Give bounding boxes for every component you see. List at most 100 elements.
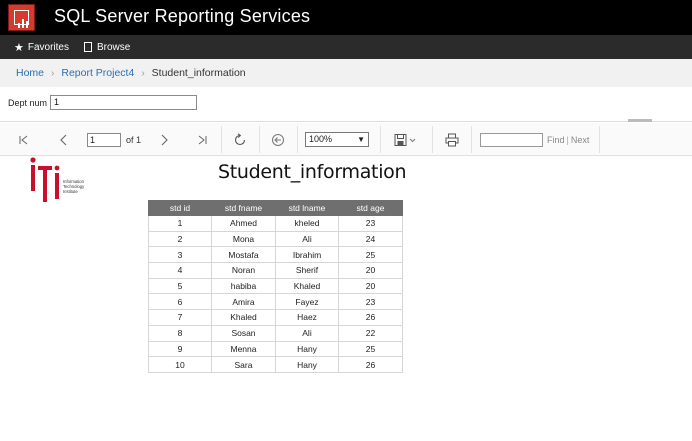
breadcrumb-home[interactable]: Home <box>16 67 44 79</box>
find-input[interactable] <box>480 133 543 147</box>
favorites-link[interactable]: ★ Favorites <box>14 40 69 54</box>
ssrs-logo-icon <box>8 4 35 31</box>
table-cell: 3 <box>148 246 212 264</box>
refresh-button[interactable] <box>227 123 253 156</box>
nav-bar: ★ Favorites Browse <box>0 35 692 59</box>
table-cell: Ali <box>275 324 339 342</box>
table-row: 2 Mona Ali 24 <box>148 230 403 248</box>
last-page-icon <box>198 135 207 144</box>
table-row: 7 Khaled Haez 26 <box>148 309 403 326</box>
table-cell: Khaled <box>211 309 276 326</box>
table-cell: Khaled <box>275 277 339 295</box>
table-cell: Sherif <box>275 262 339 279</box>
table-cell: Haez <box>275 309 339 326</box>
app-title: SQL Server Reporting Services <box>54 6 311 26</box>
table-row: 8 Sosan Ali 22 <box>148 324 403 342</box>
find-links: Find | Next <box>547 135 589 145</box>
star-icon: ★ <box>14 41 24 54</box>
table-cell: 2 <box>148 230 212 248</box>
table-cell: 26 <box>338 356 403 373</box>
table-cell: 10 <box>148 356 212 373</box>
table-cell: 4 <box>148 262 212 279</box>
table-row: 9 Menna Hany 25 <box>148 340 403 358</box>
dept-num-input[interactable]: 1 <box>50 95 197 110</box>
table-cell: Amira <box>211 293 276 311</box>
previous-page-button[interactable] <box>52 123 76 156</box>
table-header-row: std id std fname std lname std age <box>148 200 403 216</box>
table-cell: 23 <box>338 215 403 232</box>
table-cell: Menna <box>211 340 276 358</box>
table-cell: Mostafa <box>211 246 276 264</box>
table-cell: Noran <box>211 262 276 279</box>
column-header: std fname <box>211 200 276 216</box>
table-cell: habiba <box>211 277 276 295</box>
table-cell: 25 <box>338 340 403 358</box>
table-cell: 6 <box>148 293 212 311</box>
find-next-button[interactable]: Next <box>571 135 590 145</box>
table-cell: 5 <box>148 277 212 295</box>
zoom-select[interactable]: 100% ▼ <box>305 132 369 147</box>
print-button[interactable] <box>439 123 465 156</box>
table-cell: Fayez <box>275 293 339 311</box>
table-cell: 26 <box>338 309 403 326</box>
find-separator: | <box>566 135 569 145</box>
save-icon <box>394 133 416 146</box>
chevron-right-icon: › <box>51 67 55 79</box>
table-row: 10 Sara Hany 26 <box>148 356 403 373</box>
favorites-label: Favorites <box>27 41 69 53</box>
first-page-icon <box>19 135 28 144</box>
back-icon <box>272 133 284 146</box>
breadcrumb-current: Student_information <box>151 67 246 79</box>
column-header: std lname <box>275 200 339 216</box>
table-cell: kheled <box>275 215 339 232</box>
parameters-panel: Dept num 1 <box>0 87 692 122</box>
table-cell: Sosan <box>211 324 276 342</box>
column-header: std id <box>148 200 212 216</box>
table-row: 3 Mostafa Ibrahim 25 <box>148 246 403 264</box>
export-button[interactable] <box>388 123 424 156</box>
page-count-label: of 1 <box>126 135 142 145</box>
table-cell: Hany <box>275 356 339 373</box>
report-toolbar: 1 of 1 100% ▼ Find | Next <box>0 123 692 156</box>
toolbar-divider <box>432 126 433 153</box>
first-page-button[interactable] <box>12 123 36 156</box>
print-icon <box>445 133 459 146</box>
chevron-down-icon: ▼ <box>357 135 365 144</box>
column-header: std age <box>338 200 403 216</box>
report-title: Student_information <box>218 161 407 183</box>
table-cell: 23 <box>338 293 403 311</box>
table-cell: 8 <box>148 324 212 342</box>
browse-link[interactable]: Browse <box>84 40 130 54</box>
back-button[interactable] <box>265 123 291 156</box>
table-cell: 25 <box>338 246 403 264</box>
table-cell: 22 <box>338 324 403 342</box>
table-cell: Sara <box>211 356 276 373</box>
iti-logo-text: Information Technology Institute <box>63 179 85 194</box>
breadcrumb: Home › Report Project4 › Student_informa… <box>0 59 692 87</box>
page-number-input[interactable]: 1 <box>87 133 121 147</box>
table-row: 5 habiba Khaled 20 <box>148 277 403 295</box>
report-canvas: Information Technology Institute Student… <box>0 156 692 441</box>
table-cell: 9 <box>148 340 212 358</box>
document-icon <box>84 42 92 52</box>
table-cell: 1 <box>148 215 212 232</box>
table-row: 6 Amira Fayez 23 <box>148 293 403 311</box>
table-row: 4 Noran Sherif 20 <box>148 262 403 279</box>
table-row: 1 Ahmed kheled 23 <box>148 215 403 232</box>
table-cell: Ahmed <box>211 215 276 232</box>
previous-page-icon <box>60 134 67 145</box>
panel-splitter[interactable] <box>628 119 652 122</box>
table-cell: Ali <box>275 230 339 248</box>
breadcrumb-project[interactable]: Report Project4 <box>61 67 134 79</box>
toolbar-divider <box>380 126 381 153</box>
table-cell: 20 <box>338 277 403 295</box>
dept-num-label: Dept num <box>8 98 48 108</box>
table-cell: 7 <box>148 309 212 326</box>
title-bar: SQL Server Reporting Services <box>0 0 692 35</box>
toolbar-divider <box>259 126 260 153</box>
find-button[interactable]: Find <box>547 135 565 145</box>
last-page-button[interactable] <box>190 123 214 156</box>
table-cell: 20 <box>338 262 403 279</box>
next-page-button[interactable] <box>152 123 176 156</box>
student-table: std id std fname std lname std age 1 Ahme… <box>148 200 403 373</box>
